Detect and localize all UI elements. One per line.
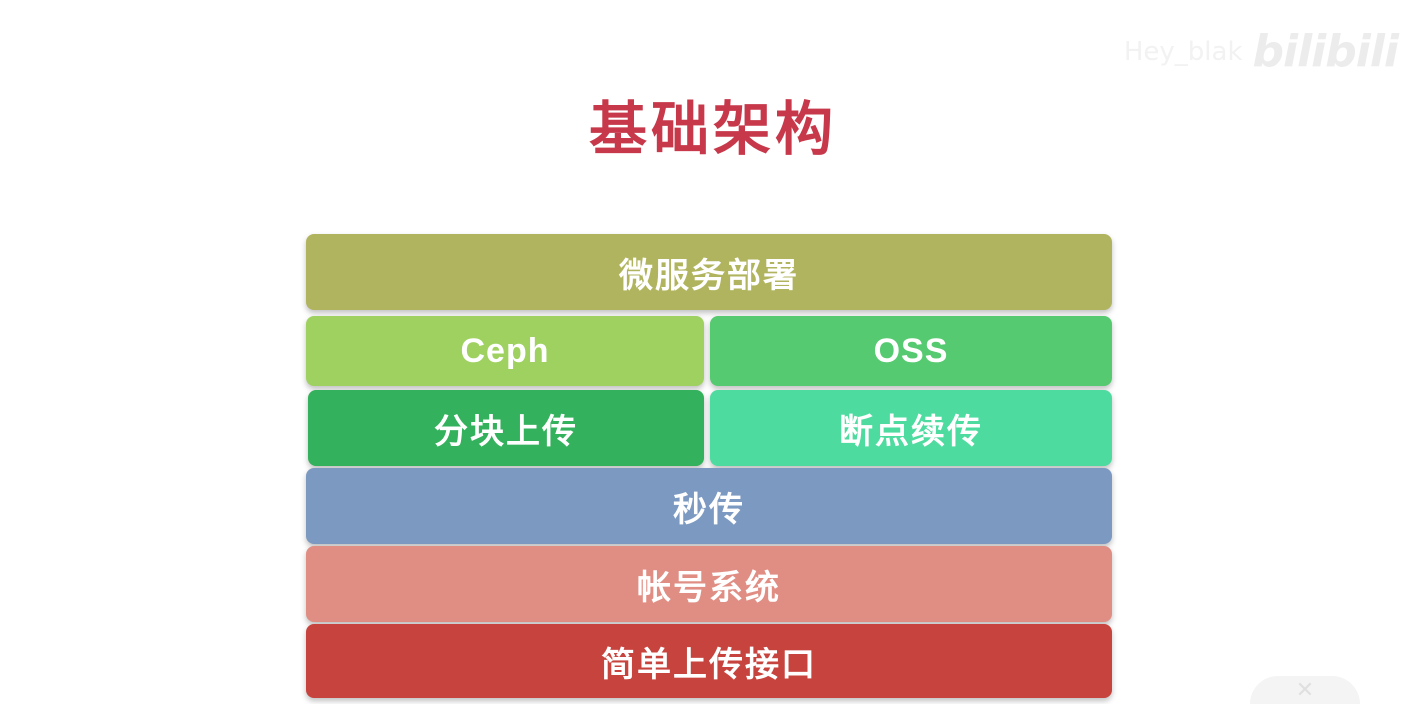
layer-chunk-upload: 分块上传 [308, 390, 704, 466]
bilibili-logo-icon: bilibili [1252, 26, 1399, 77]
bilibili-tv-icon: ✕ [1250, 676, 1360, 704]
layer-microservice-deploy: 微服务部署 [306, 234, 1112, 310]
architecture-stack: 微服务部署 Ceph OSS 分块上传 断点续传 秒传 帐号系统 简单上传接口 [304, 234, 1114, 700]
layer-oss: OSS [710, 316, 1112, 386]
layer-account-system: 帐号系统 [306, 546, 1112, 622]
layer-resume-upload: 断点续传 [710, 390, 1112, 466]
layer-ceph: Ceph [306, 316, 704, 386]
page-title: 基础架构 [588, 95, 837, 163]
watermark: Hey_blak bilibili [1123, 26, 1399, 77]
watermark-username: Hey_blak [1123, 36, 1243, 67]
layer-instant-upload: 秒传 [306, 468, 1112, 544]
layer-simple-upload-api: 简单上传接口 [306, 624, 1112, 698]
